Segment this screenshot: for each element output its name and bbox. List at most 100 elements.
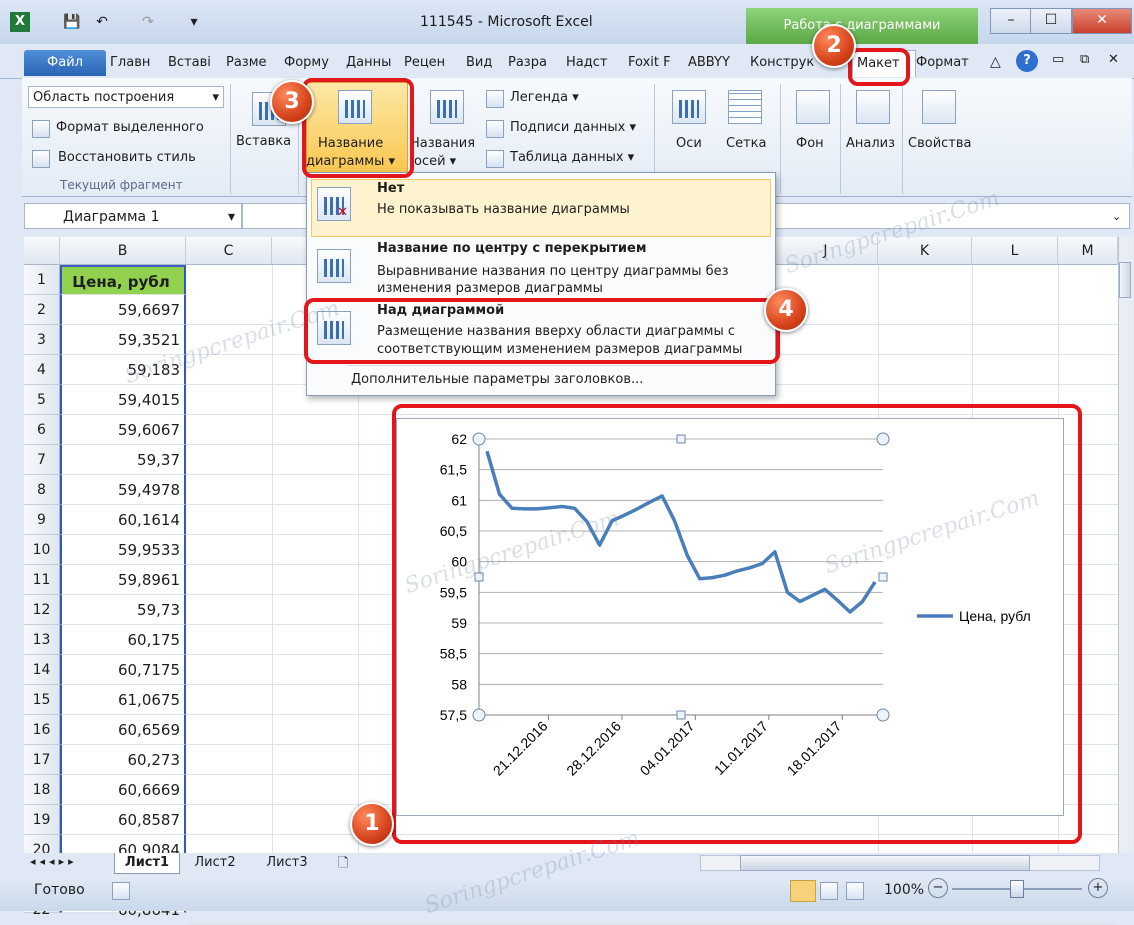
table-row[interactable]: 61,0675: [60, 685, 186, 715]
table-row[interactable]: 59,37: [60, 445, 186, 475]
table-row[interactable]: 60,1614: [60, 505, 186, 535]
tab-data[interactable]: Данны: [342, 50, 404, 76]
tab-home[interactable]: Главн: [106, 50, 170, 76]
column-header-d[interactable]: [272, 237, 308, 265]
row-header[interactable]: 2: [24, 295, 60, 325]
tab-file[interactable]: Файл: [24, 50, 106, 76]
row-header[interactable]: 10: [24, 535, 60, 565]
table-row[interactable]: 59,8961: [60, 565, 186, 595]
tab-review[interactable]: Рецен: [400, 50, 464, 76]
tab-insert[interactable]: Вставі: [164, 50, 226, 76]
close-button[interactable]: ✕: [1072, 8, 1132, 34]
vertical-scroll-thumb[interactable]: [1119, 262, 1131, 298]
zoom-in-icon[interactable]: +: [1088, 878, 1108, 898]
row-header[interactable]: 1: [24, 265, 60, 295]
row-header[interactable]: 9: [24, 505, 60, 535]
table-row[interactable]: 60,6669: [60, 775, 186, 805]
row-header[interactable]: 11: [24, 565, 60, 595]
row-header[interactable]: 15: [24, 685, 60, 715]
zoom-slider-thumb[interactable]: [1010, 880, 1024, 898]
tab-abbyy[interactable]: ABBYY: [684, 50, 744, 76]
column-header-m[interactable]: M: [1058, 237, 1118, 265]
doc-close-icon[interactable]: ✕: [1108, 52, 1119, 67]
row-header[interactable]: 17: [24, 745, 60, 775]
properties-button[interactable]: Свойства: [908, 136, 972, 151]
legend-button[interactable]: Легенда ▾: [510, 90, 579, 105]
tab-foxit[interactable]: Foxit F: [624, 50, 688, 76]
sheet-nav-arrows-icon[interactable]: ◂◂◂▸▸: [30, 855, 78, 868]
view-normal-icon[interactable]: [790, 880, 816, 902]
format-selection-button[interactable]: Формат выделенного: [56, 120, 204, 135]
horizontal-scroll-thumb[interactable]: [740, 855, 1030, 871]
column-header-l[interactable]: L: [972, 237, 1058, 265]
axis-titles-label-1[interactable]: Названия: [410, 136, 475, 151]
save-icon[interactable]: 💾: [62, 14, 82, 32]
reset-style-button[interactable]: Восстановить стиль: [58, 150, 196, 165]
tab-view[interactable]: Вид: [462, 50, 504, 76]
data-labels-button[interactable]: Подписи данных ▾: [510, 120, 636, 135]
tab-formulas[interactable]: Форму: [280, 50, 344, 76]
row-header[interactable]: 14: [24, 655, 60, 685]
analysis-button[interactable]: Анализ: [846, 136, 895, 151]
doc-restore-icon[interactable]: ⧉: [1080, 52, 1089, 67]
sheet-tab-3[interactable]: Лист3: [256, 853, 318, 873]
row-header[interactable]: 16: [24, 715, 60, 745]
cell-b-header[interactable]: Цена, рубл: [60, 265, 186, 295]
table-row[interactable]: 60,175: [60, 625, 186, 655]
background-button[interactable]: Фон: [796, 136, 824, 151]
data-table-button[interactable]: Таблица данных ▾: [510, 150, 634, 165]
ribbon-collapse-icon[interactable]: △: [990, 54, 1001, 70]
chart-element-select[interactable]: Область построения ▾: [28, 86, 224, 108]
table-row[interactable]: 59,6697: [60, 295, 186, 325]
formula-expand-icon[interactable]: ⌄: [1112, 210, 1121, 223]
undo-icon[interactable]: ↶: [92, 14, 112, 32]
axes-button[interactable]: Оси: [676, 136, 702, 151]
row-header[interactable]: 6: [24, 415, 60, 445]
tab-page-layout[interactable]: Разме: [222, 50, 282, 76]
qat-customize-icon[interactable]: ▾: [184, 14, 204, 32]
table-row[interactable]: 60,273: [60, 745, 186, 775]
column-header-c[interactable]: C: [186, 237, 272, 265]
table-row[interactable]: 59,4978: [60, 475, 186, 505]
table-row[interactable]: 59,6067: [60, 415, 186, 445]
table-row[interactable]: 60,7175: [60, 655, 186, 685]
maximize-button[interactable]: ☐: [1030, 8, 1072, 34]
new-sheet-icon[interactable]: 🗋: [338, 854, 348, 876]
vertical-scrollbar[interactable]: [1118, 237, 1133, 853]
insert-button[interactable]: Вставка: [236, 134, 291, 149]
row-header[interactable]: 4: [24, 355, 60, 385]
menu-item-more-title-options[interactable]: Дополнительные параметры заголовков...: [351, 371, 643, 388]
sheet-tab-2[interactable]: Лист2: [184, 853, 246, 873]
row-header[interactable]: 5: [24, 385, 60, 415]
axis-titles-label-2[interactable]: осей ▾: [414, 154, 456, 169]
tab-developer[interactable]: Разра: [504, 50, 566, 76]
doc-minimize-icon[interactable]: ▭: [1052, 52, 1064, 67]
name-box[interactable]: Диаграмма 1 ▾: [24, 203, 242, 229]
help-icon[interactable]: ?: [1016, 50, 1038, 72]
tab-addins[interactable]: Надст: [562, 50, 628, 76]
macro-record-icon[interactable]: [112, 882, 130, 900]
column-header-b[interactable]: B: [60, 237, 186, 265]
table-row[interactable]: 59,73: [60, 595, 186, 625]
row-header[interactable]: 3: [24, 325, 60, 355]
row-header[interactable]: 18: [24, 775, 60, 805]
redo-icon[interactable]: ↷: [138, 14, 158, 32]
table-row[interactable]: 60,8587: [60, 805, 186, 835]
gridlines-button[interactable]: Сетка: [726, 136, 766, 151]
zoom-out-icon[interactable]: −: [928, 878, 948, 898]
row-header[interactable]: 8: [24, 475, 60, 505]
table-row[interactable]: 60,6569: [60, 715, 186, 745]
view-page-layout-icon[interactable]: [820, 882, 838, 900]
row-header[interactable]: 7: [24, 445, 60, 475]
table-row[interactable]: 59,4015: [60, 385, 186, 415]
row-header[interactable]: 12: [24, 595, 60, 625]
select-all-corner[interactable]: [24, 237, 60, 265]
tab-format[interactable]: Формат: [912, 50, 986, 76]
zoom-level[interactable]: 100%: [884, 882, 924, 898]
view-page-break-icon[interactable]: [846, 882, 864, 900]
row-header[interactable]: 13: [24, 625, 60, 655]
table-row[interactable]: 59,9533: [60, 535, 186, 565]
minimize-button[interactable]: –: [990, 8, 1032, 34]
sheet-tab-1[interactable]: Лист1: [114, 853, 180, 874]
row-header[interactable]: 19: [24, 805, 60, 835]
